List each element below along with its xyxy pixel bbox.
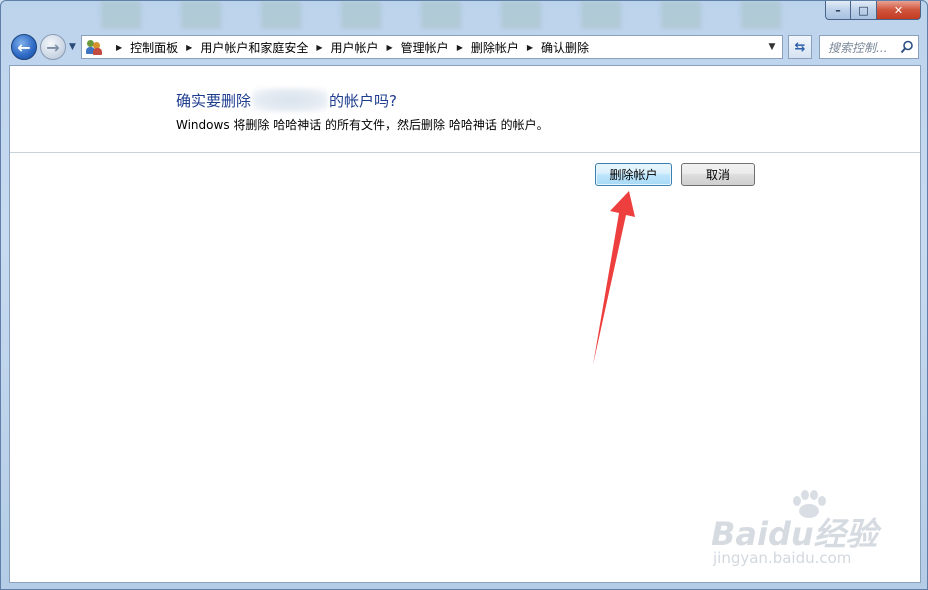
blurred-background <box>101 1 801 29</box>
title-prefix: 确实要删除 <box>176 91 252 110</box>
close-button[interactable]: ✕ <box>877 1 921 20</box>
chevron-right-icon[interactable]: ▶ <box>457 43 463 52</box>
chevron-right-icon[interactable]: ▶ <box>116 43 122 52</box>
divider <box>10 152 920 153</box>
back-button[interactable]: ← <box>11 34 37 60</box>
users-icon <box>86 39 102 55</box>
description-text: Windows 将删除 哈哈神话 的所有文件，然后删除 哈哈神话 的帐户。 <box>176 118 549 132</box>
maximize-button[interactable]: □ <box>851 1 877 20</box>
forward-button[interactable]: → <box>40 34 66 60</box>
cancel-button[interactable]: 取消 <box>681 163 755 186</box>
refresh-icon: ⇆ <box>794 39 806 55</box>
baidu-watermark: Baidu经验 jingyan.baidu.com <box>701 489 891 579</box>
title-suffix: 的帐户吗? <box>329 91 397 110</box>
search-input[interactable]: 搜索控制... <box>819 35 919 59</box>
search-icon[interactable] <box>900 40 914 54</box>
chevron-right-icon[interactable]: ▶ <box>527 43 533 52</box>
page-title: 确实要删除 的帐户吗? <box>176 88 397 112</box>
caption-buttons: – □ ✕ <box>825 1 921 21</box>
redacted-username <box>252 88 329 112</box>
back-icon: ← <box>17 37 31 57</box>
watermark-url: jingyan.baidu.com <box>713 549 852 567</box>
search-placeholder: 搜索控制... <box>828 40 888 55</box>
breadcrumb-item[interactable]: 用户帐户和家庭安全 <box>200 39 308 56</box>
recent-pages-icon[interactable]: ▼ <box>69 42 76 52</box>
address-bar[interactable]: ▶ 控制面板 ▶ 用户帐户和家庭安全 ▶ 用户帐户 ▶ 管理帐户 ▶ 删除帐户 … <box>81 35 783 59</box>
address-dropdown-icon[interactable]: ▼ <box>762 36 782 58</box>
refresh-button[interactable]: ⇆ <box>788 35 812 59</box>
chevron-right-icon[interactable]: ▶ <box>387 43 393 52</box>
forward-icon: → <box>46 37 60 57</box>
breadcrumb-item[interactable]: 确认删除 <box>541 39 589 56</box>
breadcrumb-item[interactable]: 删除帐户 <box>471 39 519 56</box>
breadcrumb-item[interactable]: 控制面板 <box>130 39 178 56</box>
navigation-bar: ← → ▼ ▶ 控制面板 ▶ 用户帐户和家庭安全 ▶ 用户帐户 ▶ 管理帐户 ▶… <box>9 32 921 62</box>
chevron-right-icon[interactable]: ▶ <box>316 43 322 52</box>
chevron-right-icon[interactable]: ▶ <box>186 43 192 52</box>
minimize-button[interactable]: – <box>825 1 851 20</box>
breadcrumb-item[interactable]: 管理帐户 <box>401 39 449 56</box>
window-frame: – □ ✕ ← → ▼ ▶ 控制面板 ▶ 用户帐户和家庭安全 ▶ 用户帐户 ▶ … <box>0 0 928 590</box>
breadcrumb-item[interactable]: 用户帐户 <box>331 39 379 56</box>
delete-account-button[interactable]: 删除帐户 <box>595 163 672 186</box>
